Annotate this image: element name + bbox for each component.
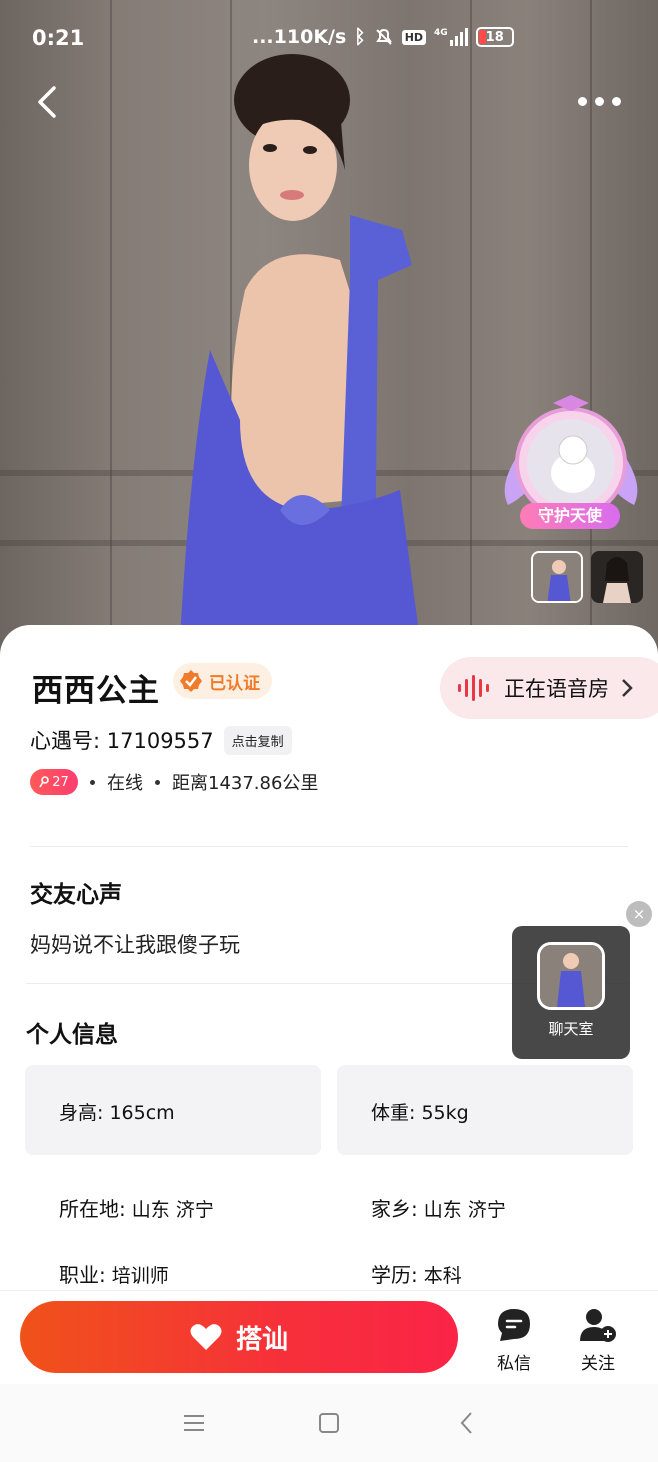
education-label: 学历: [371, 1263, 418, 1287]
home-icon[interactable] [314, 1408, 344, 1438]
hometown-row: 家乡: 山东 济宁 [371, 1193, 506, 1222]
education-value: 本科 [423, 1265, 462, 1287]
photo-thumbnails [531, 551, 643, 603]
approach-button[interactable]: 搭讪 [20, 1301, 458, 1373]
battery-icon: 18 [475, 27, 514, 47]
follow-label: 关注 [581, 1354, 615, 1374]
verified-check-icon [180, 670, 202, 692]
bottom-action-bar: 搭讪 私信 关注 [0, 1290, 658, 1384]
voice-room-button[interactable]: 正在语音房 [440, 657, 658, 719]
copy-id-button[interactable]: 点击复制 [223, 725, 292, 755]
height-box: 身高: 165cm [25, 1065, 321, 1155]
close-icon[interactable]: × [626, 901, 652, 927]
status-indicators: ...110K/s ᛒ HD 4G 18 [252, 26, 514, 48]
add-user-icon [580, 1309, 616, 1342]
photo-thumbnail[interactable] [591, 551, 643, 603]
height-value: 165cm [109, 1102, 175, 1124]
status-time: 0:21 [32, 26, 85, 50]
divider [30, 846, 628, 847]
menu-icon[interactable] [179, 1408, 209, 1438]
motto-title: 交友心声 [30, 882, 122, 908]
job-label: 职业: [59, 1263, 106, 1287]
heart-icon [190, 1324, 222, 1350]
location-label: 所在地: [59, 1197, 126, 1221]
job-value: 培训师 [111, 1265, 169, 1287]
status-bar: 0:21 ...110K/s ᛒ HD 4G 18 [0, 0, 658, 80]
weight-value: 55kg [421, 1102, 469, 1124]
bluetooth-icon: ᛒ [354, 26, 366, 48]
approach-label: 搭讪 [235, 1324, 288, 1355]
job-row: 职业: 培训师 [59, 1259, 169, 1288]
online-status: 在线 [107, 773, 143, 794]
education-row: 学历: 本科 [371, 1259, 462, 1288]
meta-row: 27 在线 距离1437.86公里 [30, 769, 318, 795]
network-speed: ...110K/s [252, 26, 347, 48]
person-figure [175, 54, 425, 660]
hometown-label: 家乡: [371, 1197, 418, 1221]
weight-label: 体重: [371, 1102, 416, 1124]
photo-thumbnail[interactable] [531, 551, 583, 603]
verified-badge: 已认证 [173, 663, 272, 699]
weight-box: 体重: 55kg [337, 1065, 633, 1155]
profile-photo[interactable]: 0:21 ...110K/s ᛒ HD 4G 18 守护天使 [0, 0, 658, 660]
chatroom-thumbnail [537, 942, 605, 1010]
chatroom-label: 聊天室 [548, 1020, 594, 1038]
profile-name: 西西公主 [32, 673, 160, 709]
user-id: 心遇号: 17109557 [30, 729, 214, 753]
chatroom-floating-window[interactable]: 聊天室 [512, 926, 630, 1059]
signal-icon: 4G [434, 28, 468, 46]
user-id-row: 心遇号: 17109557 点击复制 [30, 725, 292, 755]
motto-text: 妈妈说不让我跟傻子玩 [30, 933, 240, 957]
personal-info-title: 个人信息 [26, 1022, 118, 1048]
system-nav-bar [0, 1384, 658, 1462]
voice-wave-icon [458, 675, 489, 701]
guardian-angel-badge[interactable]: 守护天使 [498, 395, 644, 535]
message-button[interactable]: 私信 [484, 1307, 544, 1374]
chevron-right-icon [622, 679, 633, 697]
guardian-angel-label: 守护天使 [520, 503, 620, 529]
height-label: 身高: [59, 1102, 104, 1124]
separator-dot [90, 779, 95, 785]
more-options-button[interactable] [578, 92, 628, 110]
message-label: 私信 [497, 1354, 531, 1374]
separator-dot [155, 779, 160, 785]
key-icon [39, 776, 50, 788]
voice-room-label: 正在语音房 [504, 677, 609, 701]
back-button[interactable] [30, 82, 66, 122]
level-badge: 27 [30, 769, 78, 795]
hometown-value: 山东 济宁 [423, 1199, 506, 1221]
verified-label: 已认证 [209, 673, 260, 694]
distance: 距离1437.86公里 [172, 773, 319, 794]
follow-button[interactable]: 关注 [568, 1307, 628, 1374]
mute-bell-icon [375, 28, 392, 45]
chat-bubble-icon [498, 1309, 530, 1341]
location-row: 所在地: 山东 济宁 [59, 1193, 214, 1222]
back-nav-icon[interactable] [452, 1408, 482, 1438]
location-value: 山东 济宁 [131, 1199, 214, 1221]
hd-icon: HD [401, 29, 427, 45]
